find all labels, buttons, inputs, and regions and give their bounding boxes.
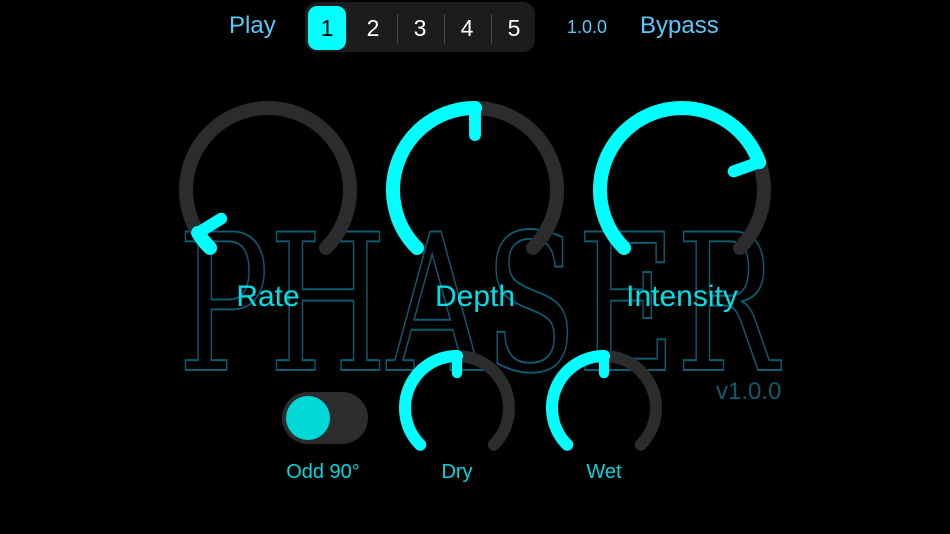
intensity-knob[interactable] — [593, 101, 771, 255]
depth-label: Depth — [434, 280, 516, 313]
knobs-layer — [179, 101, 771, 451]
odd-90-toggle[interactable] — [282, 392, 368, 444]
wet-knob[interactable] — [546, 350, 662, 451]
intensity-label: Intensity — [626, 280, 738, 313]
wet-knob-value — [546, 350, 610, 451]
rate-knob[interactable] — [179, 101, 357, 255]
wet-label: Wet — [586, 461, 622, 483]
rate-knob-pointer — [192, 212, 228, 239]
dry-knob-value — [399, 350, 463, 451]
intensity-knob-value — [593, 101, 767, 255]
depth-knob-value — [386, 101, 482, 255]
rate-label: Rate — [236, 280, 300, 313]
dry-label: Dry — [441, 461, 473, 483]
dry-knob[interactable] — [399, 350, 515, 451]
depth-knob[interactable] — [386, 101, 564, 255]
toggle-thumb — [286, 396, 330, 440]
odd-90-label: Odd 90° — [286, 461, 360, 483]
